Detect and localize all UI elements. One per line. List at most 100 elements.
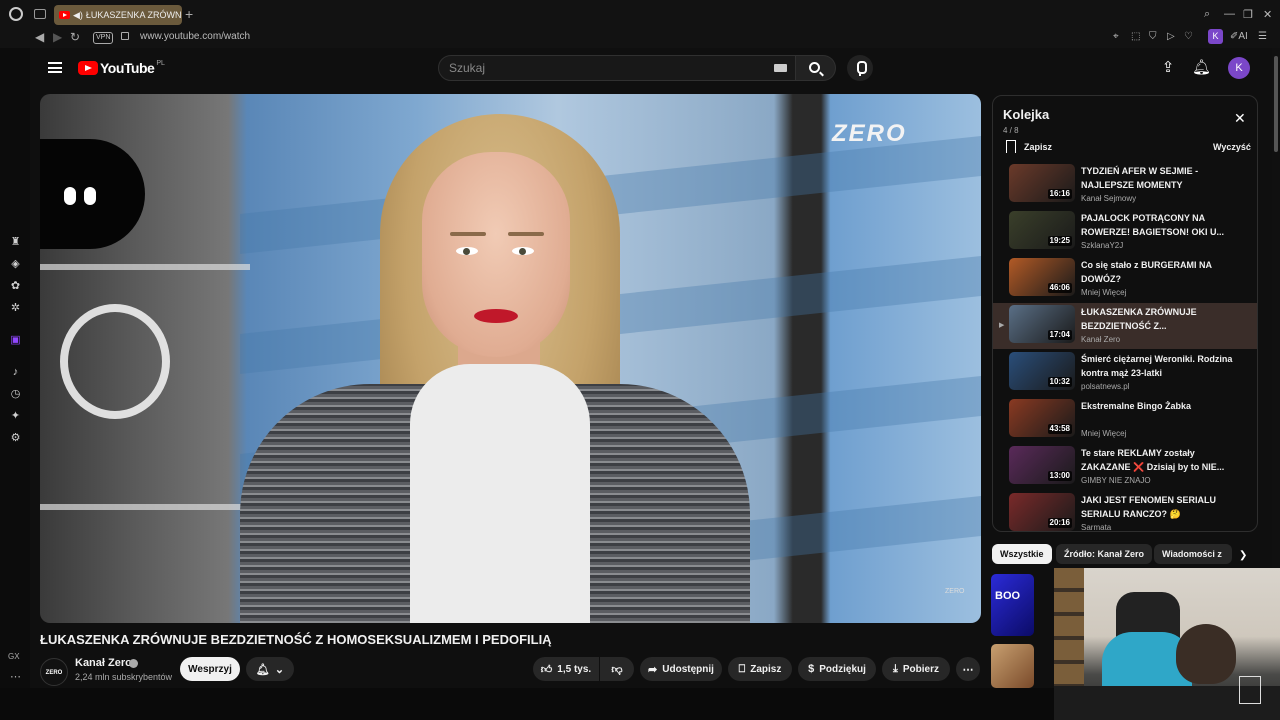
chip-news[interactable]: Wiadomości z (1154, 544, 1232, 564)
channel-name[interactable]: Kanał Zero (75, 657, 132, 669)
gx-corner-icon[interactable]: ◈ (9, 258, 22, 271)
queue-video-title[interactable]: Co się stało z BURGERAMI NA DOWÓZ? (1081, 259, 1241, 286)
upload-icon[interactable]: ⇪ (1160, 60, 1176, 76)
queue-thumbnail[interactable]: 43:58 (1009, 399, 1075, 437)
dislike-button[interactable]: 👎︎ (600, 657, 634, 681)
thumbs-up-icon: 👍︎ (540, 663, 553, 676)
queue-video-title[interactable]: Śmierć ciężarnej Weroniki. Rodzina kontr… (1081, 353, 1241, 380)
queue-video-title[interactable]: Te stare REKLAMY zostały ZAKAZANE ❌ Dzis… (1081, 447, 1241, 474)
queue-video-title[interactable]: ŁUKASZENKA ZRÓWNUJE BEZDZIETNOŚĆ Z... (1081, 306, 1241, 333)
vpn-badge[interactable]: VPN (93, 32, 114, 44)
minimize-button[interactable]: — (1224, 8, 1235, 20)
queue-item[interactable]: 20:16 JAKI JEST FENOMEN SERIALU SERIALU R… (993, 491, 1257, 531)
search-button[interactable] (796, 55, 836, 81)
reload-button[interactable]: ↻ (70, 30, 80, 44)
chip-all[interactable]: Wszystkie (992, 544, 1052, 564)
queue-video-title[interactable]: JAKI JEST FENOMEN SERIALU SERIALU RANCZO… (1081, 494, 1241, 521)
extensions-icon[interactable]: ✦ (9, 410, 22, 423)
new-tab-button[interactable]: + (185, 6, 193, 22)
chip-source[interactable]: Źródło: Kanał Zero (1056, 544, 1153, 564)
queue-video-title[interactable]: TYDZIEŃ AFER W SEJMIE - NAJLEPSZE MOMENT… (1081, 165, 1241, 192)
forward-button[interactable]: ▶ (53, 30, 62, 44)
video-duration: 19:25 (1047, 236, 1072, 246)
queue-thumbnail[interactable]: 10:32 (1009, 352, 1075, 390)
queue-item[interactable]: 43:58 Ekstremalne Bingo Żabka Mniej Więcej (993, 397, 1257, 443)
gx-label[interactable]: GX (8, 652, 20, 661)
recommended-thumbnail[interactable] (991, 644, 1034, 688)
close-queue-icon[interactable]: ✕ (1234, 110, 1246, 127)
twitch-icon[interactable]: ▣ (9, 334, 22, 347)
video-duration: 17:04 (1047, 330, 1072, 340)
youtube-logo[interactable]: YouTube PL (78, 60, 165, 76)
queue-item[interactable]: 10:32 Śmierć ciężarnej Weroniki. Rodzina … (993, 350, 1257, 396)
queue-thumbnail[interactable]: 13:00 (1009, 446, 1075, 484)
queue-item[interactable]: 46:06 Co się stało z BURGERAMI NA DOWÓZ? M… (993, 256, 1257, 302)
search-input[interactable] (449, 61, 749, 75)
keyboard-icon[interactable] (774, 64, 787, 72)
queue-thumbnail[interactable]: 19:25 (1009, 211, 1075, 249)
profile-extension-icon[interactable]: K (1208, 29, 1223, 44)
pin-icon[interactable]: ⌖ (1113, 31, 1119, 42)
settings-icon[interactable]: ⚙ (9, 432, 22, 445)
download-button[interactable]: ⤓ Pobierz (882, 657, 950, 681)
queue-video-title[interactable]: Ekstremalne Bingo Żabka (1081, 400, 1241, 414)
lock-icon[interactable] (121, 32, 129, 40)
url-field[interactable]: www.youtube.com/watch (140, 31, 250, 42)
gx-control-icon[interactable]: ♜ (9, 236, 22, 249)
channel-avatar[interactable]: ZERO (40, 658, 68, 686)
browser-tab-active[interactable]: ◀) ŁUKASZENKA ZRÓWN (54, 5, 182, 25)
page-scrollbar[interactable] (1272, 48, 1280, 568)
aria-ai-button[interactable]: ✐AI (1230, 31, 1248, 42)
recommended-thumbnail[interactable]: BOO (991, 574, 1034, 636)
like-button[interactable]: 👍︎ 1,5 tys. (533, 657, 599, 681)
gx-mods-icon[interactable]: ✲ (9, 302, 22, 315)
queue-item[interactable]: ▶ 17:04 ŁUKASZENKA ZRÓWNUJE BEZDZIETNOŚĆ Z… (993, 303, 1257, 349)
queue-thumbnail[interactable]: 17:04 (1009, 305, 1075, 343)
snapshot-icon[interactable]: ⬚ (1131, 31, 1140, 42)
queue-thumbnail[interactable]: 20:16 (1009, 493, 1075, 531)
back-button[interactable]: ◀ (35, 30, 44, 44)
speaker-icon[interactable]: ◀) (73, 10, 83, 21)
thanks-button[interactable]: $ Podziękuj (798, 657, 876, 681)
shield-icon[interactable]: ⛉ (1149, 31, 1157, 42)
account-avatar[interactable]: K (1228, 57, 1250, 79)
search-tabs-icon[interactable]: ⌕ (1204, 8, 1210, 21)
player-icon[interactable]: ▷ (1167, 31, 1175, 42)
fullscreen-icon[interactable] (1239, 676, 1261, 704)
queue-item[interactable]: 16:16 TYDZIEŃ AFER W SEJMIE - NAJLEPSZE M… (993, 162, 1257, 208)
gx-cleaner-icon[interactable]: ✿ (9, 280, 22, 293)
menu-icon[interactable] (48, 62, 62, 73)
channel-watermark[interactable]: ZERO (945, 588, 964, 595)
queue-video-title[interactable]: PAJALOCK POTRĄCONY NA ROWERZE! BAGIETSON… (1081, 212, 1241, 239)
save-button[interactable]: ⎕ Zapisz (728, 657, 792, 681)
more-actions-button[interactable]: ⋯ (956, 657, 980, 681)
close-window-button[interactable]: ✕ (1263, 8, 1272, 21)
bookmark-icon[interactable] (1006, 140, 1016, 153)
queue-item[interactable]: 13:00 Te stare REKLAMY zostały ZAKAZANE ❌… (993, 444, 1257, 490)
tab-islands-icon[interactable] (34, 9, 46, 19)
history-icon[interactable]: ◷ (9, 388, 22, 401)
easy-setup-icon[interactable]: ☰ (1258, 31, 1267, 42)
more-icon[interactable]: ⋯ (10, 670, 21, 683)
support-button[interactable]: Wesprzyj (180, 657, 240, 681)
ai-label: AI (1238, 31, 1248, 42)
maximize-button[interactable]: ❐ (1243, 8, 1253, 21)
voice-search-button[interactable] (847, 55, 873, 81)
video-player[interactable]: ZERO ZERO (40, 94, 981, 623)
music-player-icon[interactable]: ♪ (9, 366, 22, 379)
notifications-bell-icon[interactable]: 🔔︎ (1192, 60, 1211, 76)
opera-logo-icon[interactable] (9, 7, 23, 21)
share-button[interactable]: ➦ Udostępnij (640, 657, 722, 681)
queue-thumbnail[interactable]: 16:16 (1009, 164, 1075, 202)
scrollbar-thumb[interactable] (1274, 56, 1278, 152)
queue-save-button[interactable]: Zapisz (1024, 142, 1052, 152)
subscription-bell-button[interactable]: 🔔︎ ⌄ (246, 657, 294, 681)
heart-icon[interactable]: ♡ (1184, 31, 1193, 42)
video-duration: 10:32 (1047, 377, 1072, 387)
chevron-right-icon[interactable]: ❯ (1239, 550, 1247, 561)
share-label: Udostępnij (662, 663, 714, 675)
studio-figure (40, 139, 145, 249)
queue-clear-button[interactable]: Wyczyść (1213, 142, 1251, 152)
queue-thumbnail[interactable]: 46:06 (1009, 258, 1075, 296)
queue-item[interactable]: 19:25 PAJALOCK POTRĄCONY NA ROWERZE! BAGI… (993, 209, 1257, 255)
